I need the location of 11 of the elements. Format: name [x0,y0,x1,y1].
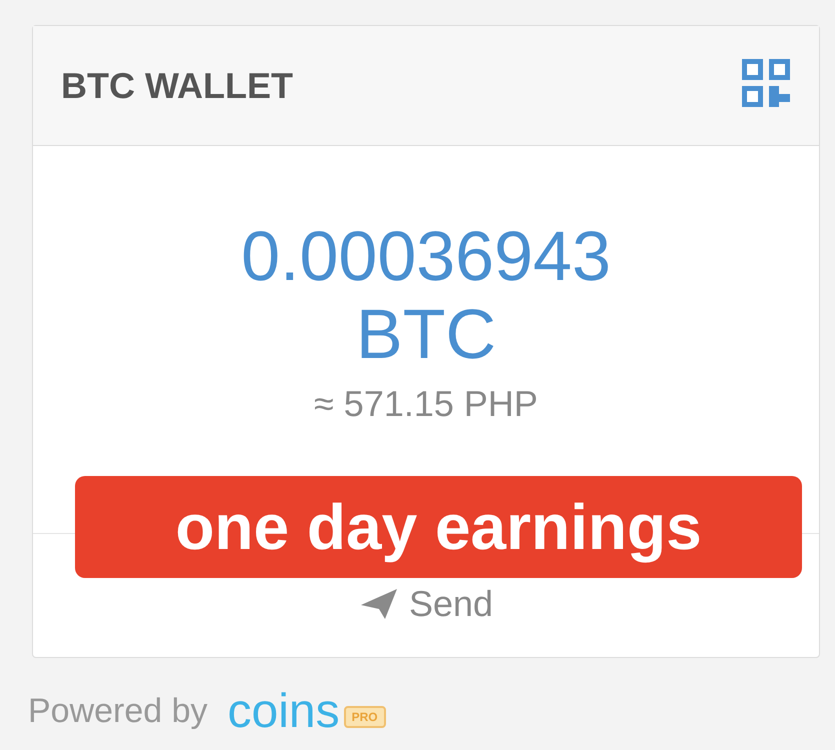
card-title: BTC WALLET [61,64,293,108]
fiat-value: ≈ 571.15 PHP [314,382,538,426]
send-button[interactable]: Send [358,584,494,624]
currency-label: BTC [356,294,496,374]
powered-by-text: Powered by [28,691,208,732]
brand-logo: coins [228,688,340,736]
pro-badge: PRO [344,706,386,728]
paper-plane-icon [358,586,399,620]
caption-banner: one day earnings [75,476,802,578]
qr-code-icon[interactable] [741,58,791,108]
btc-amount: 0.00036943 [241,218,611,294]
